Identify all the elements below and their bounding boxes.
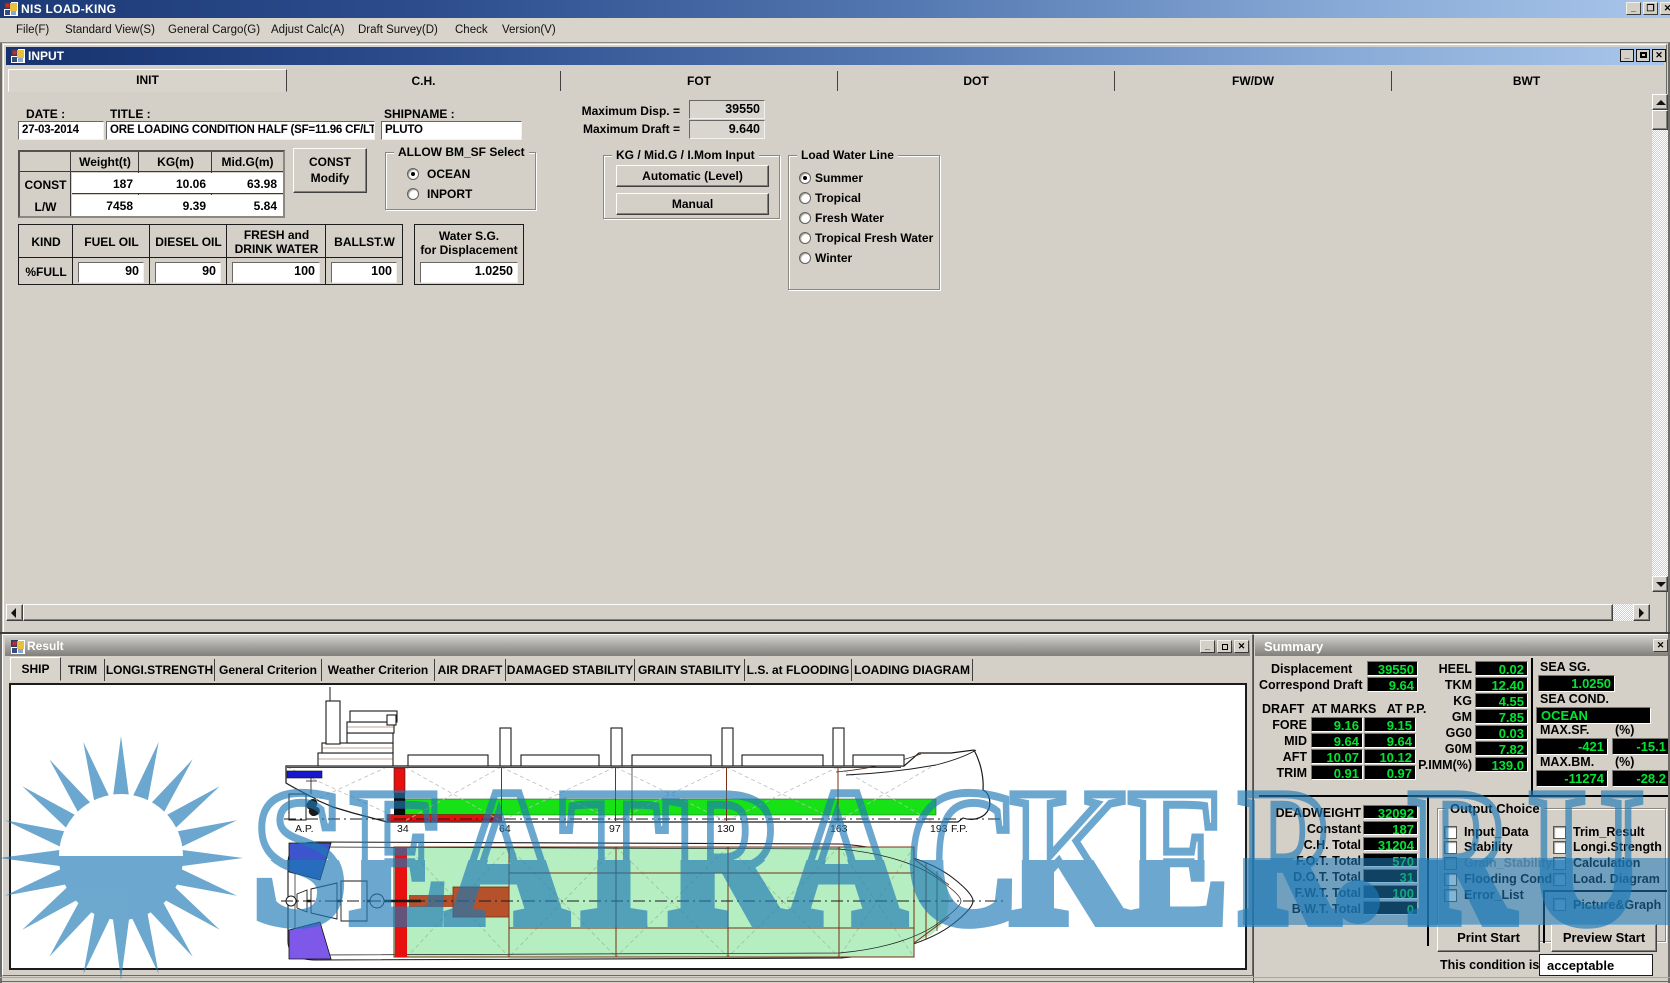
svg-text:163: 163 <box>830 823 848 835</box>
svg-text:F.P.: F.P. <box>951 823 968 835</box>
svg-text:34: 34 <box>397 823 409 835</box>
svg-text:64: 64 <box>499 823 511 835</box>
svg-text:97: 97 <box>609 823 621 835</box>
svg-text:193: 193 <box>930 823 948 835</box>
svg-text:130: 130 <box>717 823 735 835</box>
svg-text:A.P.: A.P. <box>295 823 314 835</box>
